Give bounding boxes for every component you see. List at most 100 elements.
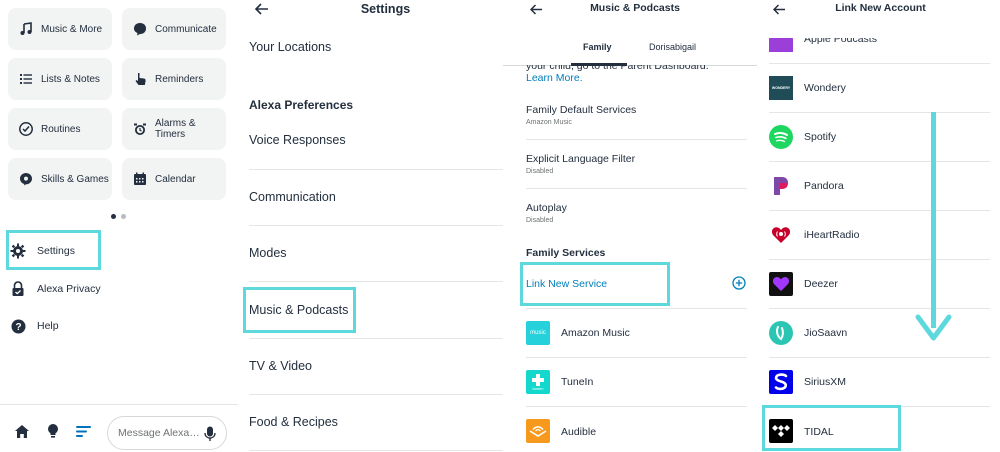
settings-item-tv-video[interactable]: TV & Video (249, 359, 503, 373)
divider (769, 210, 990, 211)
explicit-language-filter-item[interactable]: Explicit Language Filter (526, 153, 635, 165)
service-iheartradio[interactable]: iHeartRadio (804, 229, 859, 241)
divider (249, 281, 503, 282)
page-title: Link New Account (835, 2, 926, 14)
tile-label: Communicate (155, 23, 217, 35)
settings-item-communication[interactable]: Communication (249, 190, 503, 204)
logo-text: tunein (532, 385, 544, 391)
page-indicator (111, 214, 126, 219)
scroll-down-arrow (931, 112, 936, 328)
microphone-icon[interactable] (204, 426, 216, 445)
divider (249, 394, 503, 395)
settings-item-food-recipes[interactable]: Food & Recipes (249, 415, 503, 429)
routines-icon (18, 121, 34, 137)
tidal-highlight-box (762, 405, 901, 451)
alexa-privacy-menu-item[interactable]: Alexa Privacy (10, 281, 101, 297)
learn-more-link[interactable]: Learn More. (526, 72, 583, 84)
tile-label: Routines (41, 123, 81, 135)
message-placeholder: Message Alexa… (118, 427, 200, 439)
reminders-tile[interactable]: Reminders (122, 58, 226, 100)
apple-podcasts-row[interactable]: Apple Podcasts (769, 22, 999, 52)
music-podcasts-header: Music & Podcasts (503, 0, 757, 20)
lists-and-notes-tile[interactable]: Lists & Notes (8, 58, 112, 100)
wondery-logo: WONDERY (769, 76, 793, 100)
logo-text: music (530, 330, 546, 336)
settings-item-your-locations[interactable]: Your Locations (249, 40, 503, 54)
divider (769, 259, 990, 260)
more-menu-icon[interactable] (76, 423, 92, 439)
section-heading: Family Services (526, 247, 606, 259)
routines-tile[interactable]: Routines (8, 108, 112, 150)
page-title: Settings (360, 2, 411, 16)
communicate-tile[interactable]: Communicate (122, 8, 226, 50)
service-wondery[interactable]: Wondery (804, 82, 846, 94)
speech-bubble-icon (132, 21, 148, 37)
pandora-logo (769, 174, 793, 198)
jiosaavn-logo (769, 321, 793, 345)
service-spotify[interactable]: Spotify (804, 131, 836, 143)
tile-label: Alarms & Timers (155, 118, 196, 140)
service-deezer[interactable]: Deezer (804, 278, 838, 290)
setting-value: Amazon Music (526, 119, 572, 126)
skills-and-games-tile[interactable]: Skills & Games (8, 158, 112, 200)
tile-label: Skills & Games (41, 173, 109, 185)
divider (526, 406, 747, 407)
divider (769, 63, 990, 64)
alarm-clock-icon (132, 121, 148, 137)
bottom-nav-bar: Message Alexa… (0, 404, 238, 452)
section-heading: Alexa Preferences (249, 98, 354, 112)
autoplay-item[interactable]: Autoplay (526, 202, 567, 214)
service-siriusxm[interactable]: SiriusXM (804, 376, 846, 388)
tile-label: Calendar (155, 173, 196, 185)
link-new-account-panel: Link New Account Apple Podcasts WONDERY … (757, 0, 1000, 452)
spotify-logo (769, 125, 793, 149)
settings-item-voice-responses[interactable]: Voice Responses (249, 133, 503, 147)
calendar-icon (132, 171, 148, 187)
tile-label: Reminders (155, 73, 204, 85)
tab-dorisabigail[interactable]: Dorisabigail (649, 42, 696, 52)
divider (526, 357, 747, 358)
skills-icon (18, 171, 34, 187)
settings-header: Settings (238, 0, 503, 20)
add-circle-icon[interactable] (732, 276, 746, 295)
tile-label: Lists & Notes (41, 73, 100, 85)
home-icon[interactable] (14, 423, 30, 439)
music-note-icon (18, 21, 34, 37)
page-title: Music & Podcasts (590, 2, 680, 14)
logo-text: WONDERY (771, 86, 791, 90)
lightbulb-icon[interactable] (45, 423, 61, 439)
divider (769, 308, 990, 309)
divider (526, 139, 747, 140)
music-and-more-tile[interactable]: Music & More (8, 8, 112, 50)
message-alexa-input[interactable]: Message Alexa… (107, 416, 227, 450)
tunein-plus-icon (532, 373, 544, 386)
help-menu-item[interactable]: ? Help (10, 318, 59, 334)
lock-icon (10, 281, 26, 297)
divider (526, 188, 747, 189)
service-audible[interactable]: Audible (561, 426, 596, 438)
divider (249, 450, 503, 451)
alarms-and-timers-tile[interactable]: Alarms & Timers (122, 108, 226, 150)
tunein-logo: tunein (526, 370, 550, 394)
setting-value: Disabled (526, 168, 554, 175)
iheartradio-logo (769, 223, 793, 247)
tab-family[interactable]: Family (583, 42, 612, 52)
hand-pointer-icon (132, 71, 148, 87)
settings-item-modes[interactable]: Modes (249, 246, 503, 260)
amazon-music-logo: music (526, 321, 550, 345)
link-new-account-header: Link New Account (757, 0, 1000, 20)
audible-logo (526, 419, 550, 443)
service-jiosaavn[interactable]: JioSaavn (804, 327, 847, 339)
service-tunein[interactable]: TuneIn (561, 376, 593, 388)
audible-waves-icon (529, 426, 547, 437)
service-amazon-music[interactable]: Amazon Music (561, 327, 630, 339)
divider (249, 338, 503, 339)
menu-label: Alexa Privacy (37, 283, 101, 295)
link-new-service-highlight-box (520, 262, 670, 306)
page-dot (121, 214, 126, 219)
divider (769, 357, 990, 358)
calendar-tile[interactable]: Calendar (122, 158, 226, 200)
family-default-services-item[interactable]: Family Default Services (526, 104, 636, 116)
menu-label: Help (37, 320, 59, 332)
service-pandora[interactable]: Pandora (804, 180, 844, 192)
